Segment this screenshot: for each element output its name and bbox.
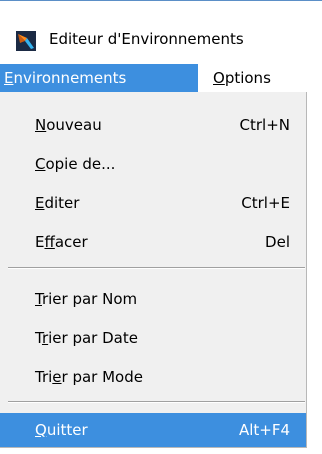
menu-item-label: Effacer	[35, 233, 88, 251]
menu-item-label: Trier par Mode	[35, 368, 143, 386]
menu-options-mnemonic: O	[213, 69, 225, 87]
menu-item-label: Trier par Date	[35, 329, 138, 347]
menu-item-nouveau[interactable]: Nouveau Ctrl+N	[0, 108, 306, 142]
menu-item-shortcut: Ctrl+N	[239, 116, 290, 134]
menu-options[interactable]: Options	[200, 64, 300, 92]
menu-options-label: ptions	[224, 69, 271, 87]
menu-separator	[8, 267, 305, 269]
menu-item-trier-par-date[interactable]: Trier par Date	[0, 321, 306, 355]
menu-item-label: Editer	[35, 194, 80, 212]
menu-bar: Environnements Options	[0, 64, 322, 92]
menu-item-label: Nouveau	[35, 116, 102, 134]
window-title: Editeur d'Environnements	[49, 30, 244, 48]
menu-item-shortcut: Ctrl+E	[241, 194, 290, 212]
menu-item-shortcut: Alt+F4	[238, 421, 290, 439]
menu-item-shortcut: Del	[265, 233, 290, 251]
title-bar: Editeur d'Environnements	[0, 0, 322, 64]
menu-item-copie-de[interactable]: Copie de...	[0, 147, 306, 181]
menu-item-quitter[interactable]: Quitter Alt+F4	[0, 413, 306, 447]
menu-item-label: Trier par Nom	[35, 290, 138, 308]
environnements-dropdown-menu: Nouveau Ctrl+N Copie de... Editer Ctrl+E…	[0, 92, 307, 448]
menu-environnements-label: nvironnements	[13, 69, 127, 87]
menu-item-label: Copie de...	[35, 155, 116, 173]
menu-environnements[interactable]: Environnements	[0, 64, 198, 92]
menu-separator	[8, 401, 305, 403]
menu-item-effacer[interactable]: Effacer Del	[0, 225, 306, 259]
menu-item-trier-par-nom[interactable]: Trier par Nom	[0, 282, 306, 316]
app-icon[interactable]	[16, 31, 36, 51]
menu-item-editer[interactable]: Editer Ctrl+E	[0, 186, 306, 220]
menu-item-label: Quitter	[35, 421, 88, 439]
menu-item-trier-par-mode[interactable]: Trier par Mode	[0, 360, 306, 394]
